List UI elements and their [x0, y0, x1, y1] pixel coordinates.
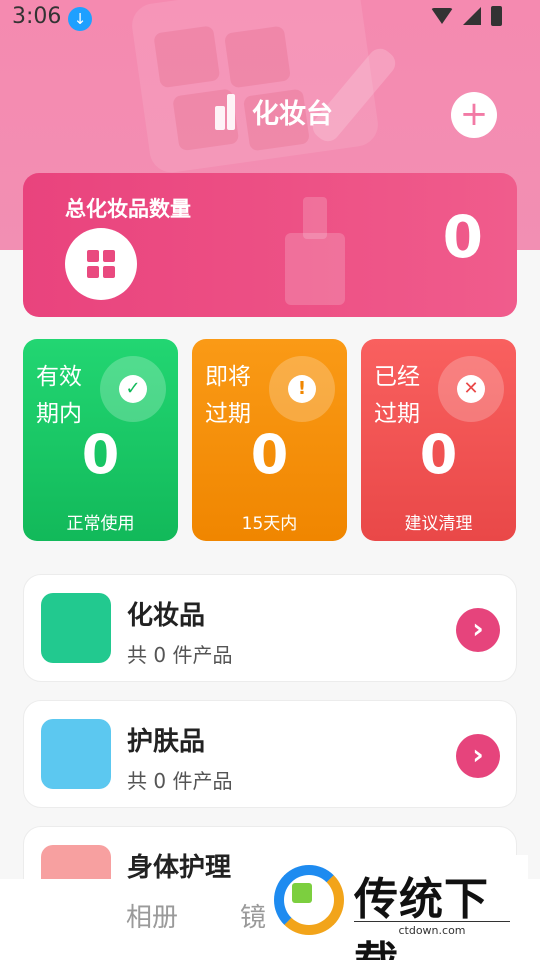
chevron-right-icon[interactable]: › — [456, 608, 500, 652]
add-button[interactable]: + — [451, 92, 497, 138]
stat-subtitle: 15天内 — [241, 514, 298, 534]
stat-card-valid[interactable]: 有效期内 ✓ 0 正常使用 — [23, 339, 178, 541]
skincare-icon — [41, 719, 111, 789]
wifi-icon — [431, 8, 453, 24]
stat-card-expired[interactable]: 已经过期 ✕ 0 建议清理 — [361, 339, 516, 541]
close-icon: ✕ — [457, 375, 485, 403]
download-icon: ↓ — [68, 7, 92, 31]
check-icon: ✓ — [119, 375, 147, 403]
grid-icon — [65, 228, 137, 300]
stat-subtitle: 建议清理 — [404, 514, 473, 534]
makeup-brush-icon — [41, 593, 111, 663]
status-bar: 3:06 ↓ — [0, 0, 540, 36]
watermark-url: ctdown.com — [354, 921, 510, 937]
stat-card-expiring[interactable]: 即将过期 ! 0 15天内 — [192, 339, 347, 541]
category-name: 护肤品 — [127, 727, 206, 757]
stat-title: 已经过期 — [374, 364, 420, 427]
cell-signal-icon — [463, 7, 481, 25]
category-skincare[interactable]: 护肤品 共 0 件产品 › — [23, 700, 517, 808]
watermark: 传统下载 ctdown.com — [268, 855, 528, 960]
tab-mirror[interactable]: 镜 — [240, 897, 266, 934]
stat-title: 有效期内 — [36, 364, 82, 427]
category-name: 化妆品 — [127, 601, 206, 631]
warning-icon: ! — [288, 375, 316, 403]
bottle-illustration — [285, 197, 349, 305]
watermark-brand: 传统下载 — [354, 874, 489, 960]
stat-count: 0 — [419, 423, 458, 486]
stat-title: 即将过期 — [205, 364, 251, 427]
chevron-right-icon[interactable]: › — [456, 734, 500, 778]
status-time: 3:06 — [12, 4, 62, 29]
page-title: 化妆台 — [252, 99, 333, 130]
category-count: 共 0 件产品 — [127, 643, 233, 667]
cosmetics-icon — [212, 88, 240, 132]
stat-subtitle: 正常使用 — [66, 514, 135, 534]
stat-count: 0 — [81, 423, 120, 486]
stat-count: 0 — [250, 423, 289, 486]
watermark-logo-icon — [274, 865, 344, 935]
battery-icon — [491, 6, 502, 26]
category-cosmetics[interactable]: 化妆品 共 0 件产品 › — [23, 574, 517, 682]
total-count: 0 — [442, 203, 483, 271]
total-cosmetics-card[interactable]: 总化妆品数量 0 — [23, 173, 517, 317]
tab-album[interactable]: 相册 — [126, 897, 178, 934]
category-count: 共 0 件产品 — [127, 769, 233, 793]
total-label: 总化妆品数量 — [65, 197, 191, 221]
